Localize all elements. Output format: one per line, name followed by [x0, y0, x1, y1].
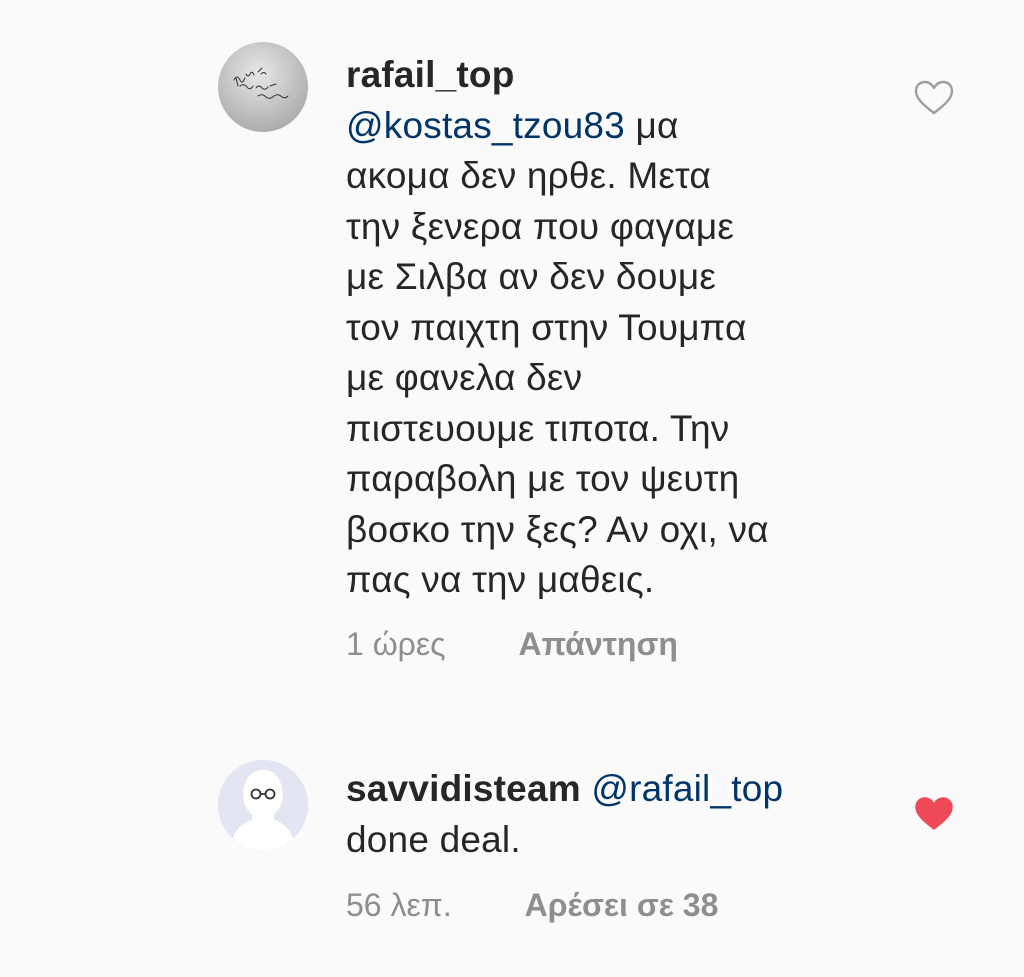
comment-meta: 56 λεπ. Αρέσει σε 38: [346, 887, 866, 924]
comment-username[interactable]: rafail_top: [346, 54, 515, 95]
comment-text: την ξενερα που φαγαμε: [346, 205, 735, 247]
comment-first-line: savvidisteam @rafail_top: [346, 764, 866, 815]
comment-meta: 1 ώρες Απάντηση: [346, 626, 866, 663]
comment-body: rafail_top @kostas_tzou83 μα ακομα δεν η…: [346, 50, 866, 663]
comment-body: savvidisteam @rafail_top done deal. 56 λ…: [346, 764, 866, 924]
comment-text: ακομα δεν ηρθε. Μετα: [346, 155, 711, 196]
comment-text: βοσκο την ξες? Αν οχι, να: [346, 508, 769, 550]
heart-filled-icon[interactable]: [914, 796, 954, 832]
comment-timestamp: 1 ώρες: [346, 625, 446, 662]
avatar[interactable]: [218, 42, 308, 132]
reply-button[interactable]: Απάντηση: [518, 626, 677, 663]
comment-timestamp: 56 λεπ.: [346, 887, 452, 923]
comment-text: τον παιχτη στην Τουμπα: [346, 306, 747, 348]
comment-text: με φανελα δεν: [346, 357, 583, 398]
avatar[interactable]: [218, 760, 308, 850]
comment-mention[interactable]: @rafail_top: [591, 768, 783, 809]
comment-text: με Σιλβα αν δεν δουμε: [346, 256, 717, 297]
comment-text: μα: [635, 104, 679, 146]
comment-text: done deal.: [346, 818, 521, 860]
comment-mention[interactable]: @kostas_tzou83: [346, 105, 625, 146]
comment-text: πιστευουμε τιποτα. Την: [346, 407, 730, 449]
comment-text-line: @kostas_tzou83 μα: [346, 101, 866, 152]
handwriting-logo-icon: [233, 67, 289, 99]
likes-count[interactable]: Αρέσει σε 38: [525, 887, 719, 924]
comment-username[interactable]: savvidisteam: [346, 768, 581, 809]
heart-outline-icon[interactable]: [914, 80, 954, 116]
comment-first-line: rafail_top: [346, 50, 866, 101]
comment-text: πας να την μαθεις.: [346, 559, 655, 600]
default-avatar-icon: [218, 760, 308, 850]
comment-text: παραβολη με τον ψευτη: [346, 458, 740, 499]
